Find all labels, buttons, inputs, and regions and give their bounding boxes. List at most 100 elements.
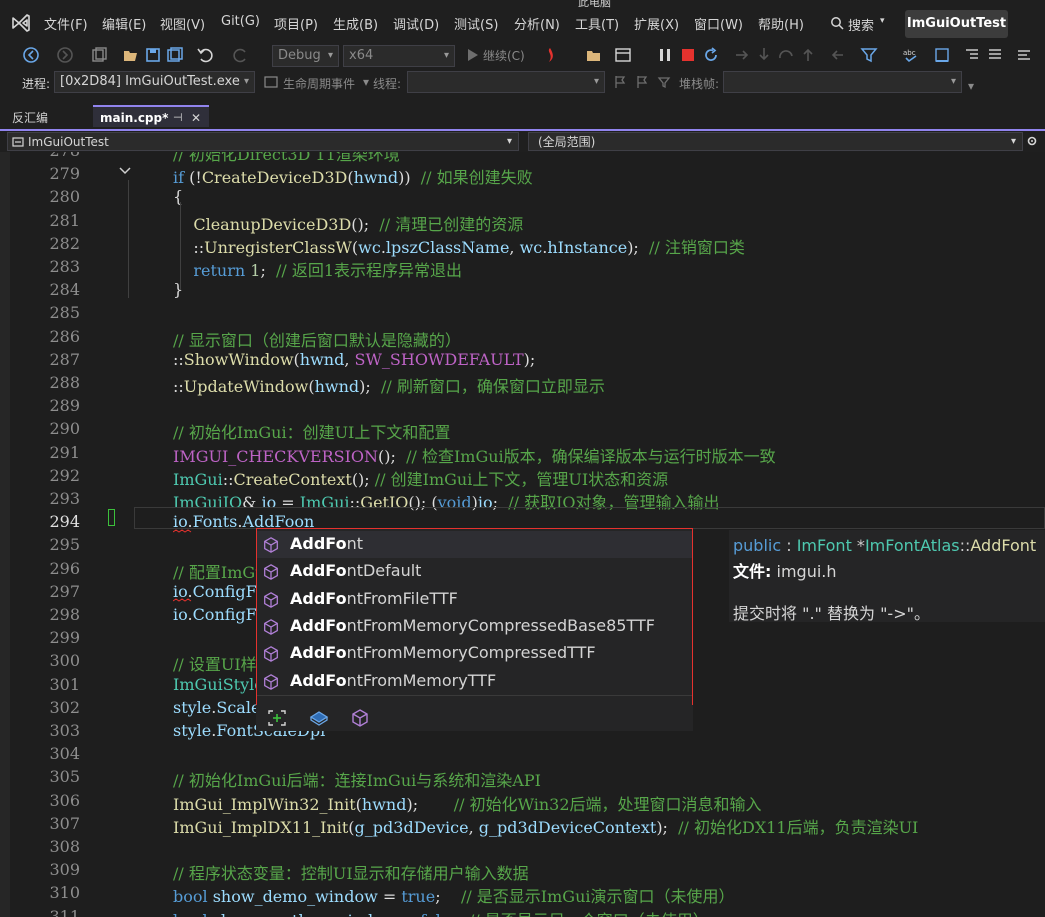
menu-analyze[interactable]: 分析(N) bbox=[514, 14, 560, 33]
menu-test[interactable]: 测试(S) bbox=[454, 14, 498, 33]
code-line[interactable]: return 1; // 返回1表示程序异常退出 bbox=[173, 257, 462, 281]
class-filter-icon[interactable] bbox=[308, 708, 330, 728]
code-line[interactable]: } bbox=[173, 280, 183, 299]
code-line[interactable]: // 初始化ImGui：创建UI上下文和配置 bbox=[173, 419, 450, 443]
code-line[interactable]: ImGuiStyle bbox=[173, 675, 264, 694]
completion-item[interactable]: AddFont bbox=[257, 531, 692, 558]
project-scope-select[interactable]: ImGuiOutTest ▾ bbox=[7, 132, 519, 151]
completion-item[interactable]: AddFontFromMemoryCompressedTTF bbox=[257, 640, 692, 667]
code-line[interactable]: bool show_another_window = false; // 是否显… bbox=[173, 907, 709, 917]
undo-icon[interactable] bbox=[196, 46, 214, 64]
stackframe-select[interactable]: ▾ bbox=[723, 71, 962, 93]
code-line[interactable]: ::ShowWindow(hwnd, SW_SHOWDEFAULT); bbox=[173, 350, 535, 369]
save-icon[interactable] bbox=[144, 46, 162, 64]
fold-collapse-icon[interactable] bbox=[118, 166, 132, 176]
menu-debug[interactable]: 调试(D) bbox=[393, 14, 439, 33]
filter-icon[interactable] bbox=[860, 46, 878, 64]
menu-file[interactable]: 文件(F) bbox=[44, 14, 88, 33]
process-select[interactable]: [0x2D84] ImGuiOutTest.exe ▾ bbox=[54, 71, 255, 93]
thread-select[interactable]: ▾ bbox=[407, 71, 605, 93]
search-button[interactable]: 搜索 ▾ bbox=[822, 10, 894, 36]
project-scope-value: ImGuiOutTest bbox=[28, 135, 109, 149]
code-line[interactable]: // 程序状态变量：控制UI显示和存储用户输入数据 bbox=[173, 860, 529, 884]
settings-gear-icon[interactable] bbox=[1026, 135, 1038, 147]
code-line[interactable]: CleanupDeviceD3D(); // 清理已创建的资源 bbox=[173, 211, 523, 235]
menu-extensions[interactable]: 扩展(X) bbox=[634, 14, 679, 33]
completion-item[interactable]: AddFontFromFileTTF bbox=[257, 586, 692, 613]
stop-icon[interactable] bbox=[679, 46, 697, 64]
code-line[interactable]: ImGui_ImplWin32_Init(hwnd); // 初始化Win32后… bbox=[173, 791, 762, 815]
new-project-icon[interactable] bbox=[90, 46, 108, 64]
restart-icon[interactable] bbox=[702, 46, 720, 64]
navigate-back-icon[interactable] bbox=[22, 46, 40, 64]
code-line[interactable]: if (!CreateDeviceD3D(hwnd)) // 如果创建失败 bbox=[173, 164, 533, 188]
code-line[interactable]: // 显示窗口（创建后窗口默认是隐藏的） bbox=[173, 327, 461, 351]
svg-text:abc: abc bbox=[903, 49, 916, 57]
completion-item-label: AddFont bbox=[290, 534, 363, 553]
open-file-icon[interactable] bbox=[585, 46, 603, 64]
signature-separator: : bbox=[781, 536, 797, 555]
indent-icon[interactable] bbox=[963, 46, 981, 64]
line-number: 284 bbox=[49, 280, 80, 300]
menu-window[interactable]: 窗口(W) bbox=[694, 14, 743, 33]
code-line[interactable]: ::UnregisterClassW(wc.lpszClassName, wc.… bbox=[173, 234, 745, 258]
toggle-breakpoint-icon[interactable] bbox=[933, 46, 951, 64]
play-icon bbox=[468, 49, 478, 61]
menu-edit[interactable]: 编辑(E) bbox=[102, 14, 146, 33]
visual-studio-logo-icon[interactable] bbox=[10, 12, 32, 34]
lifecycle-events-icon[interactable] bbox=[264, 75, 278, 89]
menu-help[interactable]: 帮助(H) bbox=[758, 14, 804, 33]
completion-item[interactable]: AddFontDefault bbox=[257, 558, 692, 585]
open-folder-icon[interactable] bbox=[122, 46, 140, 64]
code-line[interactable]: ImGui::CreateContext(); // 创建ImGui上下文，管理… bbox=[173, 466, 668, 490]
completion-rest: nt bbox=[346, 534, 363, 553]
code-line[interactable]: // 初始化ImGui后端：连接ImGui与系统和渲染API bbox=[173, 767, 541, 791]
close-tab-icon[interactable]: ✕ bbox=[191, 107, 201, 129]
menu-tools[interactable]: 工具(T) bbox=[575, 14, 619, 33]
project-name-badge[interactable]: ImGuiOutTest bbox=[905, 10, 1008, 38]
pin-tab-icon[interactable]: ⊣ bbox=[173, 107, 183, 129]
platform-select[interactable]: x64 ▾ bbox=[343, 45, 455, 67]
code-line[interactable]: ::UpdateWindow(hwnd); // 刷新窗口，确保窗口立即显示 bbox=[173, 373, 605, 397]
redo-icon[interactable] bbox=[232, 46, 250, 64]
lifecycle-events-label[interactable]: 生命周期事件 bbox=[283, 75, 355, 92]
indicator-margin[interactable] bbox=[0, 152, 10, 917]
tab-main-cpp[interactable]: main.cpp* ⊣ ✕ bbox=[93, 105, 209, 127]
flag-thread-icon bbox=[615, 76, 626, 88]
line-number: 311 bbox=[49, 906, 80, 917]
layout-icon[interactable] bbox=[614, 46, 632, 64]
expand-filter-icon[interactable] bbox=[267, 709, 287, 727]
code-line[interactable]: // 初始化Direct3D 11渲染环境 bbox=[173, 152, 400, 165]
code-line[interactable]: { bbox=[173, 187, 183, 206]
comment-lines-icon[interactable] bbox=[1015, 46, 1033, 64]
continue-button[interactable]: 继续(C) bbox=[483, 47, 525, 64]
toolbar-overflow-icon[interactable]: ▾ bbox=[968, 79, 974, 93]
pause-icon[interactable] bbox=[656, 46, 674, 64]
menu-view[interactable]: 视图(V) bbox=[160, 14, 205, 33]
intellisense-completion-list[interactable]: AddFont AddFontDefault AddFontFromFileTTF A… bbox=[256, 528, 693, 708]
code-line[interactable]: IMGUI_CHECKVERSION(); // 检查ImGui版本，确保编译版… bbox=[173, 443, 776, 467]
completion-item[interactable]: AddFontFromMemoryTTF bbox=[257, 668, 692, 695]
scope-operator: :: bbox=[959, 536, 971, 555]
code-line[interactable]: bool show_demo_window = true; // 是否显示ImG… bbox=[173, 883, 735, 907]
back-arrow-icon bbox=[831, 50, 843, 60]
configuration-select[interactable]: Debug ▾ bbox=[272, 45, 339, 67]
spell-check-icon[interactable]: abc bbox=[902, 46, 920, 64]
list-icon[interactable] bbox=[986, 46, 1004, 64]
line-number: 288 bbox=[49, 373, 80, 392]
navigate-forward-icon[interactable] bbox=[56, 46, 74, 64]
step-out-icon bbox=[803, 48, 813, 61]
save-all-icon[interactable] bbox=[166, 46, 184, 64]
menu-build[interactable]: 生成(B) bbox=[333, 14, 378, 33]
completion-filter-bar bbox=[256, 705, 693, 731]
navigation-bar: ImGuiOutTest ▾ (全局范围) ▾ bbox=[0, 131, 1045, 153]
code-line[interactable]: ImGui_ImplDX11_Init(g_pd3dDevice, g_pd3d… bbox=[173, 814, 918, 838]
tab-disassembly[interactable]: 反汇编 bbox=[0, 107, 90, 129]
global-scope-select[interactable]: (全局范围) ▾ bbox=[528, 132, 1023, 151]
completion-item[interactable]: AddFontFromMemoryCompressedBase85TTF bbox=[257, 613, 692, 640]
method-filter-icon[interactable] bbox=[350, 708, 370, 728]
configuration-value: Debug bbox=[278, 48, 321, 63]
menu-git[interactable]: Git(G) bbox=[221, 14, 260, 29]
hot-reload-icon[interactable] bbox=[541, 46, 559, 64]
menu-project[interactable]: 项目(P) bbox=[274, 14, 318, 33]
